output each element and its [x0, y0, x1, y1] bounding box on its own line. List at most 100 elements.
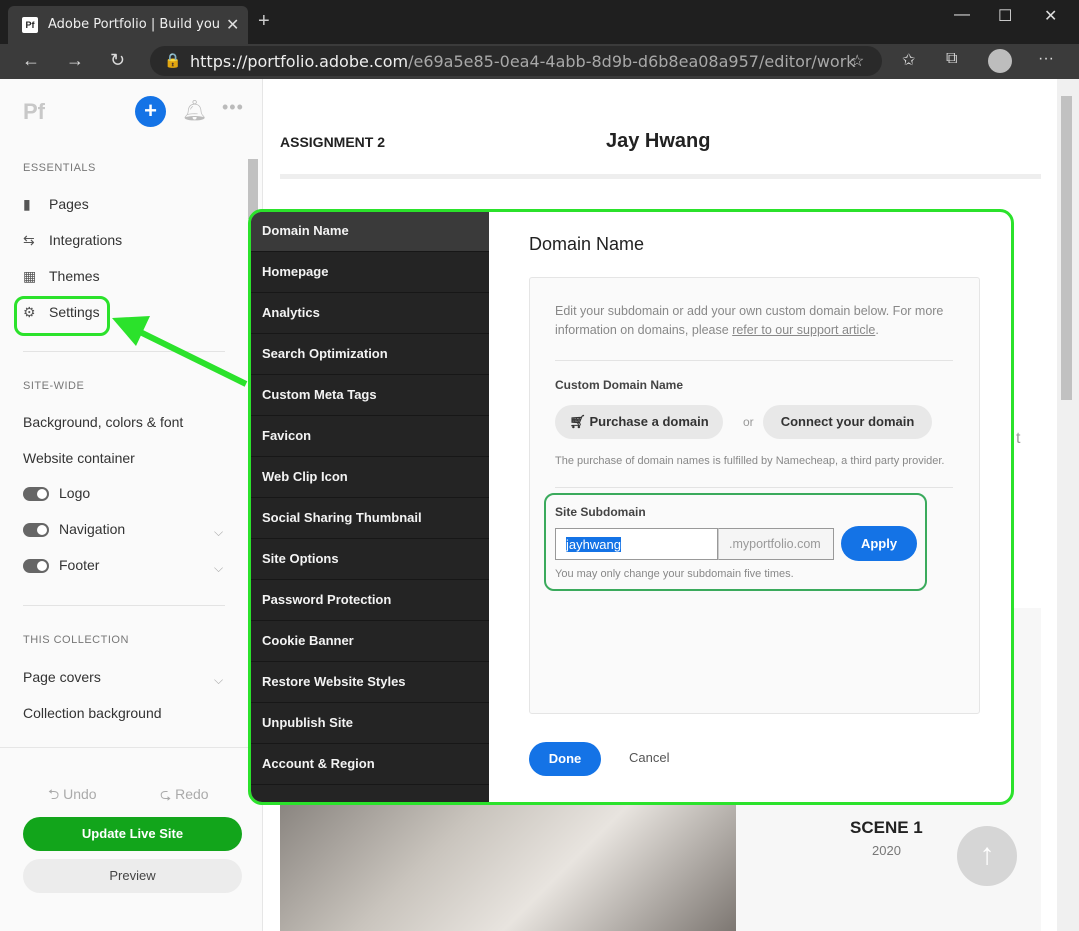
or-text: or — [743, 415, 754, 429]
browser-tab[interactable]: Pf Adobe Portfolio | Build your own ✕ — [8, 6, 248, 44]
sidebar-item-footer[interactable]: Footer — [23, 557, 99, 574]
settings-nav-account-region[interactable]: Account & Region — [251, 745, 489, 785]
logo-toggle[interactable] — [23, 487, 49, 502]
sidebar-item-navigation[interactable]: Navigation — [23, 521, 125, 538]
editor-sidebar: Pf + 🔔︎ ••• ESSENTIALS ▮ Pages ⇆ Integrati… — [0, 79, 263, 931]
chevron-down-icon[interactable]: ⌵ — [214, 673, 223, 688]
done-button[interactable]: Done — [529, 742, 601, 776]
sidebar-item-integrations[interactable]: ⇆ Integrations — [23, 232, 122, 249]
apply-button[interactable]: Apply — [841, 526, 917, 561]
more-options-icon[interactable]: ••• — [222, 97, 244, 118]
redo-button[interactable]: ⮎ Redo — [160, 784, 209, 808]
domain-description: Edit your subdomain or add your own cust… — [555, 304, 944, 337]
settings-nav-password-protection[interactable]: Password Protection — [251, 581, 489, 621]
update-live-site-button[interactable]: Update Live Site — [23, 817, 242, 851]
favorite-star-icon[interactable]: ☆ — [850, 51, 864, 71]
back-icon[interactable]: ← — [22, 50, 40, 71]
content-divider — [280, 174, 1041, 179]
subdomain-input[interactable]: jayhwang — [555, 528, 718, 560]
window-close-icon[interactable]: ✕ — [1044, 6, 1057, 26]
profile-avatar[interactable] — [988, 49, 1012, 73]
annotation-arrow-icon — [112, 316, 248, 387]
sidebar-item-background[interactable]: Background, colors & font — [23, 414, 183, 430]
sidebar-item-page-covers[interactable]: Page covers — [23, 669, 101, 685]
site-subdomain-label: Site Subdomain — [555, 505, 646, 519]
settings-nav-search-optimization[interactable]: Search Optimization — [251, 335, 489, 375]
footer-toggle[interactable] — [23, 559, 49, 574]
settings-nav-domain-name[interactable]: Domain Name — [251, 212, 489, 252]
namecheap-note: The purchase of domain names is fulfille… — [555, 455, 945, 467]
forward-icon[interactable]: → — [66, 50, 84, 71]
project-title: SCENE 1 — [850, 818, 923, 837]
lock-icon: 🔒 — [164, 52, 182, 68]
refresh-icon[interactable]: ↻ — [110, 50, 125, 71]
maximize-icon[interactable]: ☐ — [998, 6, 1012, 26]
favorites-icon[interactable]: ✩ — [902, 50, 915, 70]
sidebar-item-collection-background[interactable]: Collection background — [23, 705, 162, 721]
settings-nav-favicon[interactable]: Favicon — [251, 417, 489, 457]
custom-domain-label: Custom Domain Name — [555, 378, 684, 392]
settings-modal: Domain Name Homepage Analytics Search Op… — [248, 209, 1014, 805]
cart-icon: 🛒︎ — [569, 414, 586, 429]
close-tab-icon[interactable]: ✕ — [226, 15, 239, 35]
divider — [23, 605, 225, 606]
address-bar: ← → ↻ 🔒 https://portfolio.adobe.com/e69a… — [0, 44, 1079, 79]
modal-title: Domain Name — [529, 234, 645, 254]
portfolio-logo: Pf — [23, 99, 45, 124]
domain-card: Edit your subdomain or add your own cust… — [529, 277, 980, 714]
essentials-heading: ESSENTIALS — [23, 162, 96, 174]
settings-nav-web-clip-icon[interactable]: Web Clip Icon — [251, 458, 489, 498]
collection-heading: THIS COLLECTION — [23, 634, 129, 646]
undo-button[interactable]: ⮌ Undo — [48, 784, 97, 808]
settings-annotation-highlight — [14, 296, 110, 336]
project-thumbnail[interactable] — [280, 804, 736, 931]
settings-nav-site-options[interactable]: Site Options — [251, 540, 489, 580]
chevron-down-icon[interactable]: ⌵ — [214, 561, 223, 576]
sidebar-item-pages[interactable]: ▮ Pages — [23, 196, 89, 213]
sitewide-heading: SITE-WIDE — [23, 380, 85, 392]
divider — [555, 360, 953, 361]
connect-domain-button[interactable]: Connect your domain — [763, 405, 932, 439]
settings-nav-homepage[interactable]: Homepage — [251, 253, 489, 293]
page-title: ASSIGNMENT 2 — [280, 134, 386, 150]
purchase-domain-button[interactable]: 🛒︎ Purchase a domain — [555, 405, 723, 439]
settings-nav-restore-website-styles[interactable]: Restore Website Styles — [251, 663, 489, 703]
portfolio-favicon-icon: Pf — [22, 17, 38, 33]
scroll-to-top-button[interactable]: ↑ — [957, 826, 1017, 886]
tab-title: Adobe Portfolio | Build your own — [48, 17, 220, 32]
settings-nav-custom-meta-tags[interactable]: Custom Meta Tags — [251, 376, 489, 416]
collections-icon[interactable]: ⧉ — [946, 50, 957, 68]
settings-nav-social-sharing-thumbnail[interactable]: Social Sharing Thumbnail — [251, 499, 489, 539]
minimize-icon[interactable]: — — [954, 6, 970, 24]
integrations-icon: ⇆ — [23, 232, 35, 248]
bell-icon[interactable]: 🔔︎ — [182, 98, 207, 123]
project-year: 2020 — [872, 843, 901, 858]
subdomain-suffix: .myportfolio.com — [718, 528, 834, 560]
undo-redo-bar: ⮌ Undo ⮎ Redo — [0, 747, 262, 802]
add-content-button[interactable]: + — [135, 96, 166, 127]
url-field[interactable]: 🔒 https://portfolio.adobe.com/e69a5e85-0… — [150, 46, 882, 76]
url-text: https://portfolio.adobe.com/e69a5e85-0ea… — [190, 52, 856, 71]
divider — [555, 487, 953, 488]
sidebar-item-logo[interactable]: Logo — [23, 485, 90, 502]
author-name: Jay Hwang — [606, 130, 711, 152]
settings-nav-analytics[interactable]: Analytics — [251, 294, 489, 334]
sidebar-item-website-container[interactable]: Website container — [23, 450, 135, 466]
navigation-toggle[interactable] — [23, 523, 49, 538]
subdomain-note: You may only change your subdomain five … — [555, 568, 794, 580]
more-menu-icon[interactable]: ··· — [1038, 50, 1054, 68]
browser-tab-bar: Pf Adobe Portfolio | Build your own ✕ + … — [0, 0, 1079, 44]
page-scrollbar-thumb[interactable] — [1061, 96, 1072, 400]
support-article-link[interactable]: refer to our support article — [732, 323, 875, 337]
settings-nav: Domain Name Homepage Analytics Search Op… — [251, 212, 489, 802]
preview-button[interactable]: Preview — [23, 859, 242, 893]
settings-nav-unpublish-site[interactable]: Unpublish Site — [251, 704, 489, 744]
new-tab-icon[interactable]: + — [258, 10, 270, 33]
settings-nav-cookie-banner[interactable]: Cookie Banner — [251, 622, 489, 662]
cancel-button[interactable]: Cancel — [629, 750, 669, 765]
chevron-down-icon[interactable]: ⌵ — [214, 525, 223, 540]
sidebar-item-themes[interactable]: ▦ Themes — [23, 268, 100, 285]
partial-text: t — [1016, 430, 1021, 447]
themes-icon: ▦ — [23, 268, 37, 284]
page-icon: ▮ — [23, 196, 31, 212]
